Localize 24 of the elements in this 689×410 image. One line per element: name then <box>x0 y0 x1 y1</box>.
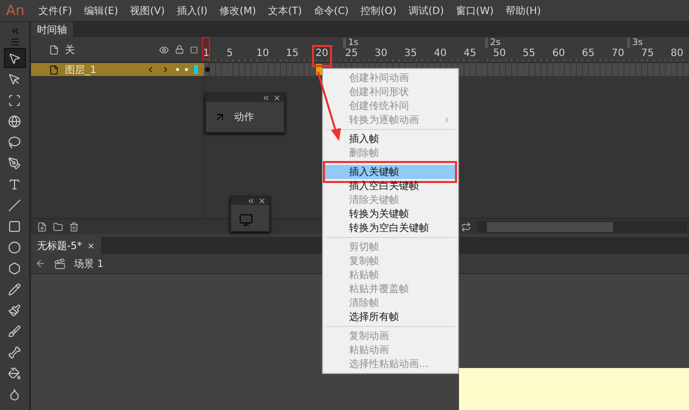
frame-number: 1 <box>203 48 210 59</box>
frame-number: 80 <box>670 48 684 59</box>
frame-number: 65 <box>582 48 595 59</box>
frame-number: 10 <box>256 48 269 59</box>
header-label: 关 <box>65 44 76 56</box>
frame-number: 40 <box>434 48 447 59</box>
seconds-label: 1s <box>343 38 358 48</box>
app-logo: An <box>6 2 24 18</box>
frame-number: 60 <box>552 48 565 59</box>
frame-number: 5 <box>226 48 234 59</box>
frame-number: 70 <box>611 48 624 59</box>
frame-number: 75 <box>641 48 654 59</box>
frame-number: 15 <box>286 48 299 59</box>
scene-label: 场景 1 <box>74 258 104 270</box>
layer-name: 图层_1 <box>65 64 98 76</box>
frame-number: 45 <box>463 48 476 59</box>
frame-number: 35 <box>404 48 417 59</box>
frame-number: 55 <box>522 48 536 59</box>
seconds-label: 2s <box>485 38 501 48</box>
frame-number: 50 <box>493 48 506 59</box>
frame-number: 30 <box>374 48 388 59</box>
frame-number: 25 <box>345 48 358 59</box>
frame-number: 20 <box>315 48 328 59</box>
seconds-label: 3s <box>627 38 643 48</box>
